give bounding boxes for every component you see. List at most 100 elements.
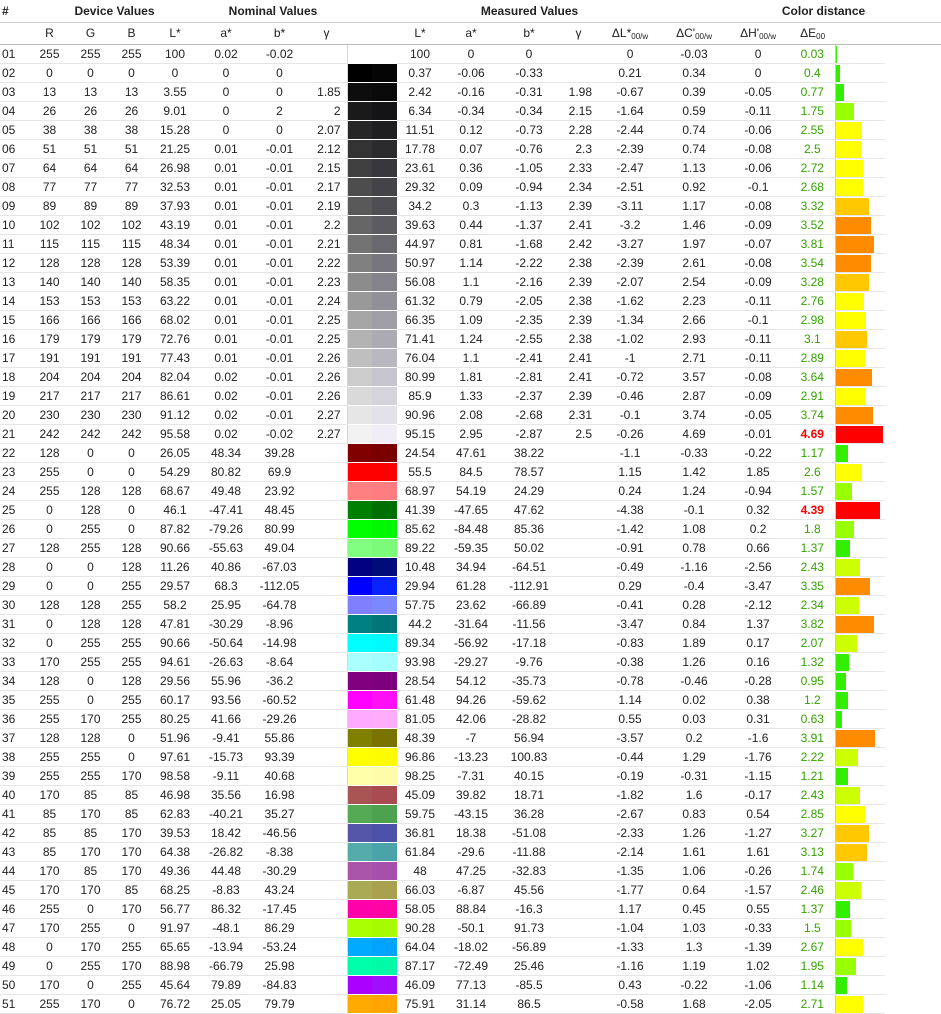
nominal-l: 91.12 [151,405,199,425]
patch-number: 43 [0,842,30,862]
header-nominal-b: b* [253,22,306,45]
delta-e: 2.6 [790,462,836,482]
measured-gamma: 2.3 [559,139,599,159]
delta-e-bar-cell [834,557,886,577]
table-row: 34 128 0 128 29.56 55.96 -36.2 28.54 54.12 -35.73… [0,671,941,691]
nominal-gamma: 2.26 [306,348,348,368]
delta-e: 3.81 [790,234,836,254]
measured-swatch [372,253,398,273]
patch-number: 05 [0,120,30,140]
device-r: 255 [30,481,69,501]
nominal-swatch [346,671,373,691]
delta-h: -0.94 [726,481,791,501]
measured-gamma [559,709,599,729]
measured-gamma [559,956,599,976]
delta-e: 2.85 [790,804,836,824]
delta-h: -0.09 [726,272,791,292]
measured-b: -59.62 [499,690,560,710]
delta-c: -0.33 [662,443,727,463]
device-r: 0 [30,63,69,83]
nominal-gamma: 2.27 [306,424,348,444]
delta-e-bar-cell [834,785,886,805]
nominal-a: 35.56 [199,785,253,805]
delta-e-bar [836,862,853,880]
nominal-b: -60.52 [253,690,306,710]
nominal-swatch [346,177,373,197]
measured-l: 61.32 [397,291,444,311]
nominal-l: 26.05 [151,443,199,463]
measured-a: 31.14 [443,994,500,1014]
device-g: 179 [69,329,112,349]
device-b: 89 [112,196,151,216]
device-g: 0 [69,975,112,995]
delta-e: 1.5 [790,918,836,938]
delta-l: -0.1 [598,405,663,425]
patch-number: 01 [0,44,30,64]
measured-a: 0.36 [443,158,500,178]
device-g: 255 [69,633,112,653]
delta-e-bar-cell [834,975,886,995]
measured-a: 1.1 [443,348,500,368]
nominal-b: -30.29 [253,861,306,881]
header-r: R [30,22,69,45]
measured-swatch [372,500,398,520]
delta-c: -0.4 [662,576,727,596]
delta-l: 0.29 [598,576,663,596]
table-row: 43 85 170 170 64.38 -26.82 -8.38 61.84 -29.6 -11.… [0,842,941,862]
nominal-gamma [306,690,348,710]
measured-swatch [372,462,398,482]
measured-swatch [372,177,398,197]
measured-gamma: 2.42 [559,234,599,254]
measured-b: -32.83 [499,861,560,881]
nominal-a: -48.1 [199,918,253,938]
nominal-a: -66.79 [199,956,253,976]
delta-e-bar [836,634,857,652]
measured-a: 94.26 [443,690,500,710]
delta-l: -1.16 [598,956,663,976]
nominal-l: 3.55 [151,82,199,102]
measured-l: 96.86 [397,747,444,767]
patch-number: 03 [0,82,30,102]
nominal-a: 80.82 [199,462,253,482]
measured-a: 0.79 [443,291,500,311]
measured-l: 46.09 [397,975,444,995]
delta-e: 4.39 [790,500,836,520]
measured-swatch [372,120,398,140]
measured-swatch [372,215,398,235]
delta-e-bar [836,216,871,234]
nominal-a: 0 [199,120,253,140]
device-r: 255 [30,747,69,767]
delta-e-bar [836,843,867,861]
measured-b: 86.5 [499,994,560,1014]
device-b: 170 [112,823,151,843]
delta-c: 2.61 [662,253,727,273]
delta-h: -0.06 [726,120,791,140]
device-b: 0 [112,462,151,482]
measured-a: 47.25 [443,861,500,881]
measured-l: 28.54 [397,671,444,691]
delta-c: 1.61 [662,842,727,862]
nominal-l: 88.98 [151,956,199,976]
nominal-b: -36.2 [253,671,306,691]
measured-swatch [372,728,398,748]
delta-e: 2.98 [790,310,836,330]
delta-e-bar [836,64,840,82]
table-row: 30 128 128 255 58.2 25.95 -64.78 57.75 23.62 -66.… [0,595,941,615]
measured-gamma [559,63,599,83]
measured-gamma [559,44,599,64]
measured-swatch [372,367,398,387]
measured-swatch [372,956,398,976]
table-row: 44 170 85 170 49.36 44.48 -30.29 48 47.25 -32.83-… [0,861,941,881]
table-row: 45 170 170 85 68.25 -8.83 43.24 66.03 -6.87 45.56… [0,880,941,900]
table-row: 48 0 170 255 65.65 -13.94 -53.24 64.04 -18.02 -56… [0,937,941,957]
nominal-l: 11.26 [151,557,199,577]
nominal-swatch [346,386,373,406]
delta-l: 0.55 [598,709,663,729]
delta-c: 1.6 [662,785,727,805]
nominal-gamma [306,842,348,862]
delta-e-bar-cell [834,538,886,558]
device-r: 255 [30,44,69,64]
patch-number: 12 [0,253,30,273]
nominal-gamma: 2.24 [306,291,348,311]
nominal-b: -0.02 [253,44,306,64]
